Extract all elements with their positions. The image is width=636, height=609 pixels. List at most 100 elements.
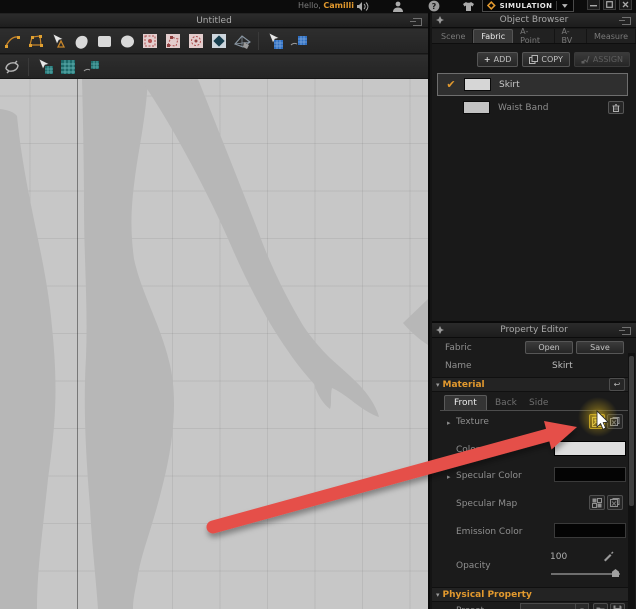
property-editor-scrollbar[interactable] [628, 353, 635, 609]
copy-fabric-button[interactable]: COPY [522, 52, 569, 67]
pattern-window-title-bar[interactable]: Untitled [0, 14, 428, 28]
tab-fabric[interactable]: Fabric [473, 29, 513, 43]
color-swatch[interactable] [554, 441, 626, 456]
opacity-value[interactable]: 100 [550, 552, 567, 562]
move-pattern-2d-tool-icon[interactable] [81, 57, 101, 77]
open-button[interactable]: Open [525, 341, 573, 354]
transform-pattern-tool-icon[interactable] [48, 31, 68, 51]
restore-icon [606, 1, 613, 8]
tab-a-bv[interactable]: A-BV [555, 29, 588, 43]
avatar-shirt-icon[interactable] [460, 0, 476, 12]
tab-side[interactable]: Side [520, 395, 557, 410]
opacity-label: Opacity [456, 561, 491, 571]
expand-specular-icon[interactable]: ▸ [447, 473, 451, 481]
physical-property-section-header[interactable]: ▾ Physical Property [432, 587, 628, 602]
expand-texture-icon[interactable]: ▸ [447, 419, 451, 427]
trash-icon [612, 104, 620, 112]
pattern-2d-viewport[interactable] [0, 79, 428, 609]
user-icon[interactable] [390, 0, 406, 12]
chevron-down-icon [561, 3, 569, 9]
texture-remove-button[interactable] [607, 414, 623, 429]
fabric-swatch[interactable] [463, 101, 490, 114]
specular-map-remove-button[interactable] [607, 495, 623, 510]
close-button[interactable] [619, 0, 632, 10]
simulation-button[interactable]: SIMULATION [482, 0, 574, 12]
object-browser-title: Object Browser [500, 15, 569, 25]
property-editor-header[interactable]: Property Editor [432, 323, 636, 338]
scrollbar-thumb[interactable] [629, 356, 634, 506]
texture-image-icon [592, 417, 602, 427]
preset-save-button[interactable] [610, 603, 625, 609]
preset-dropdown[interactable]: ▾ [520, 603, 589, 609]
opacity-slider-track[interactable] [551, 573, 620, 575]
plus-icon: + [484, 55, 491, 64]
preset-open-button[interactable] [593, 603, 608, 609]
edit-texture-tool-icon[interactable] [288, 31, 308, 51]
undock-panel-icon[interactable] [622, 327, 631, 335]
save-disk-icon [613, 605, 622, 609]
add-label: ADD [494, 55, 512, 64]
greeting-prefix: Hello, [298, 1, 321, 10]
collapse-icon[interactable]: ▾ [436, 591, 440, 599]
opacity-slider-handle[interactable] [612, 569, 619, 577]
specular-color-label: Specular Color [456, 471, 522, 481]
remove-map-icon [610, 498, 620, 508]
toolbar-separator [258, 32, 259, 50]
fabric-swatch[interactable] [464, 78, 491, 91]
texture-open-button[interactable] [589, 414, 605, 429]
tab-measure[interactable]: Measure [587, 29, 636, 43]
pin-panel-icon[interactable] [436, 326, 444, 334]
map-grid-icon [592, 498, 602, 508]
pin-panel-icon[interactable] [436, 16, 444, 24]
create-circle-tool-icon[interactable] [117, 31, 137, 51]
viewport-axis-line [77, 79, 78, 609]
help-icon[interactable]: ? [426, 0, 442, 12]
name-value[interactable]: Skirt [552, 361, 573, 371]
undock-panel-icon[interactable] [413, 18, 422, 26]
edit-3d-pen-tool-icon[interactable] [232, 31, 252, 51]
fabric-name: Skirt [499, 80, 627, 90]
specular-color-swatch[interactable] [554, 467, 626, 482]
fabric-list-item-skirt[interactable]: ✔ Skirt [437, 73, 628, 96]
add-fabric-button[interactable]: + ADD [477, 52, 519, 67]
fabric-name: Waist Band [498, 103, 608, 113]
specular-map-open-button[interactable] [589, 495, 605, 510]
copy-label: COPY [541, 55, 562, 64]
fabric-list-item-waist-band[interactable]: Waist Band [437, 98, 628, 117]
opacity-pen-icon[interactable] [602, 550, 614, 562]
assign-fabric-button[interactable]: ASSIGN [574, 52, 630, 67]
tab-scene[interactable]: Scene [434, 29, 473, 43]
name-label: Name [445, 361, 472, 371]
sync-2d-3d-icon[interactable] [2, 57, 22, 77]
edit-polygon-tool-icon[interactable] [25, 31, 45, 51]
reset-material-button[interactable]: ↩ [609, 378, 625, 391]
edit-curve-tool-icon[interactable] [2, 31, 22, 51]
delete-fabric-button[interactable] [608, 101, 624, 114]
tab-front[interactable]: Front [444, 395, 487, 410]
tab-a-point[interactable]: A-Point [513, 29, 554, 43]
create-rectangle-tool-icon[interactable] [94, 31, 114, 51]
create-polygon-tool-icon[interactable] [71, 31, 91, 51]
select-pattern-2d-tool-icon[interactable] [35, 57, 55, 77]
remove-texture-icon [610, 417, 620, 427]
collapse-icon[interactable]: ▾ [436, 381, 440, 389]
undock-panel-icon[interactable] [622, 17, 631, 25]
pattern-texture-2d-tool-icon[interactable] [58, 57, 78, 77]
save-button[interactable]: Save [576, 341, 624, 354]
select-texture-tool-icon[interactable] [265, 31, 285, 51]
create-buttonhole-tool-icon[interactable] [209, 31, 229, 51]
restore-button[interactable] [603, 0, 616, 10]
minimize-button[interactable] [587, 0, 600, 10]
create-internal-circle-tool-icon[interactable] [186, 31, 206, 51]
object-browser-header[interactable]: Object Browser [432, 13, 636, 28]
object-browser-actions: + ADD COPY ASSIGN [432, 49, 636, 69]
pattern-window-title: Untitled [196, 16, 232, 26]
create-dart-tool-icon[interactable] [140, 31, 160, 51]
speaker-icon[interactable] [354, 0, 370, 12]
toolbar-separator [28, 58, 29, 76]
emission-color-swatch[interactable] [554, 523, 626, 538]
right-panel: Object Browser Scene Fabric A-Point A-BV… [432, 13, 636, 609]
material-section-header[interactable]: ▾ Material [432, 377, 628, 392]
folder-icon [596, 606, 605, 609]
create-internal-polygon-tool-icon[interactable] [163, 31, 183, 51]
